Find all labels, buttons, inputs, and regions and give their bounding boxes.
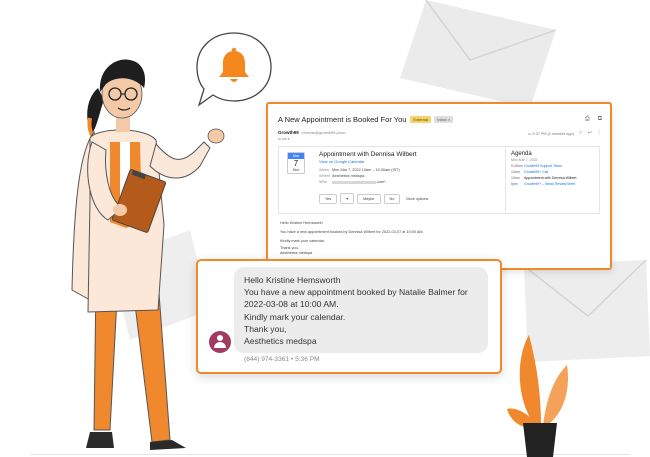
calendar-icon: Mar 7 Mon [287, 152, 305, 174]
woman-illustration [71, 59, 225, 450]
sms-line: Thank you, [244, 323, 287, 334]
open-new-window-icon[interactable]: ⧉ [598, 116, 602, 123]
avatar [209, 331, 231, 353]
rsvp-no-button[interactable]: No [383, 193, 401, 204]
sms-line: Aesthetics medspa [244, 336, 317, 347]
inbox-label-badge[interactable]: Inbox × [434, 115, 454, 123]
email-greeting: Hello Kristine Hemsworth [280, 221, 323, 225]
redacted-email [332, 180, 376, 184]
sms-line: You have a new appointment booked by Nat… [244, 287, 468, 298]
agenda-item[interactable]: 9:30am Growth99 Support Team [511, 164, 596, 168]
email-body: Hello Kristine Hemsworth You have a new … [280, 219, 600, 256]
email-subject-row: A New Appointment is Booked For You Exte… [278, 113, 602, 125]
calendar-weekday: Mon [292, 168, 300, 172]
invite-details: When Mon Mar 7, 2022 10am – 10:30am (IST)… [319, 167, 400, 185]
message-actions: ☆ ↩ ⋮ [578, 130, 602, 136]
external-badge: External [410, 115, 432, 123]
email-header-actions: ⎙ ⧉ [585, 116, 602, 123]
sender-email: <events@growth99.plus> [300, 130, 347, 135]
agenda-panel: Agenda Mon Mar 7, 2022 9:30am Growth99 Su… [505, 147, 601, 213]
view-on-calendar-link[interactable]: View on Google Calendar [319, 159, 365, 164]
email-time: 3:37 PM (2 minutes ago) [532, 132, 574, 136]
email-message: You have a new appointment booked by Den… [280, 230, 424, 234]
more-vertical-icon[interactable]: ⋮ [597, 130, 602, 136]
calendar-day: 7 [293, 159, 299, 168]
calendar-invite: Mar 7 Mon Appointment with Dennisa Wilbe… [278, 146, 600, 214]
sms-message-card: Hello Kristine Hemsworth You have a new … [196, 259, 502, 374]
sms-bubble: Hello Kristine Hemsworth You have a new … [234, 267, 488, 353]
agenda-item-text: Growth99+ – Weak Review Meet [524, 182, 576, 186]
star-icon[interactable]: ☆ [578, 130, 582, 136]
email-subject: A New Appointment is Booked For You [278, 114, 407, 124]
email-timestamp: ▭ 3:37 PM (2 minutes ago) [528, 131, 574, 136]
agenda-date: Mon Mar 7, 2022 [511, 158, 538, 162]
agenda-item[interactable]: 10am Growth99+ Call [511, 170, 596, 174]
invite-title: Appointment with Dennisa Wilbert [319, 151, 417, 158]
rsvp-controls: Yes ▾ Maybe No More options [319, 193, 428, 204]
agenda-title: Agenda [511, 151, 532, 157]
who-suffix: .com* [376, 180, 386, 184]
agenda-item-text: Growth99 Support Team [524, 164, 562, 168]
where-value: Aesthetics medspa [332, 174, 365, 178]
email-reminder: Kindly mark your calendar. [280, 239, 325, 243]
print-icon[interactable]: ⎙ [585, 116, 590, 123]
agenda-item-time: 6pm [511, 182, 518, 186]
sms-line: Kindly mark your calendar. [244, 311, 346, 322]
sms-line: 2022-03-08 at 10:00 AM. [244, 299, 339, 310]
when-value: Mon Mar 7, 2022 10am – 10:30am (IST) [332, 168, 400, 172]
email-preview-card: A New Appointment is Booked For You Exte… [266, 102, 612, 270]
who-label: Who [319, 180, 327, 184]
sender-name: Growth99 [278, 130, 299, 135]
sms-line: Hello Kristine Hemsworth [244, 275, 341, 285]
agenda-item-text: Growth99+ Call [524, 170, 549, 174]
rsvp-dropdown-button[interactable]: ▾ [340, 193, 355, 204]
envelope-illustration-top [400, 0, 557, 108]
rsvp-maybe-button[interactable]: Maybe [357, 193, 381, 204]
reply-icon[interactable]: ↩ [588, 130, 592, 136]
email-signature: Aesthetics medspa [280, 251, 313, 255]
attachment-icon: ▭ [527, 132, 532, 136]
agenda-item-time: 10am [511, 170, 520, 174]
person-icon [217, 335, 223, 341]
sender-row: Growth99 <events@growth99.plus> to me ▾ ▭… [278, 130, 602, 144]
agenda-item[interactable]: 10am Appointment with Dennisa Wilbert [511, 176, 596, 180]
agenda-item-time: 9:30am [511, 164, 523, 168]
agenda-item-time: 10am [511, 176, 520, 180]
plant-illustration [507, 335, 569, 457]
agenda-item[interactable]: 6pm Growth99+ – Weak Review Meet [511, 182, 596, 186]
recipient-line[interactable]: to me ▾ [278, 137, 289, 141]
more-options-link[interactable]: More options [406, 197, 428, 201]
agenda-item-text: Appointment with Dennisa Wilbert [524, 176, 577, 180]
sms-sender-timestamp: (844) 974-3361 • 5:36 PM [244, 356, 320, 363]
rsvp-yes-button[interactable]: Yes [319, 193, 338, 204]
